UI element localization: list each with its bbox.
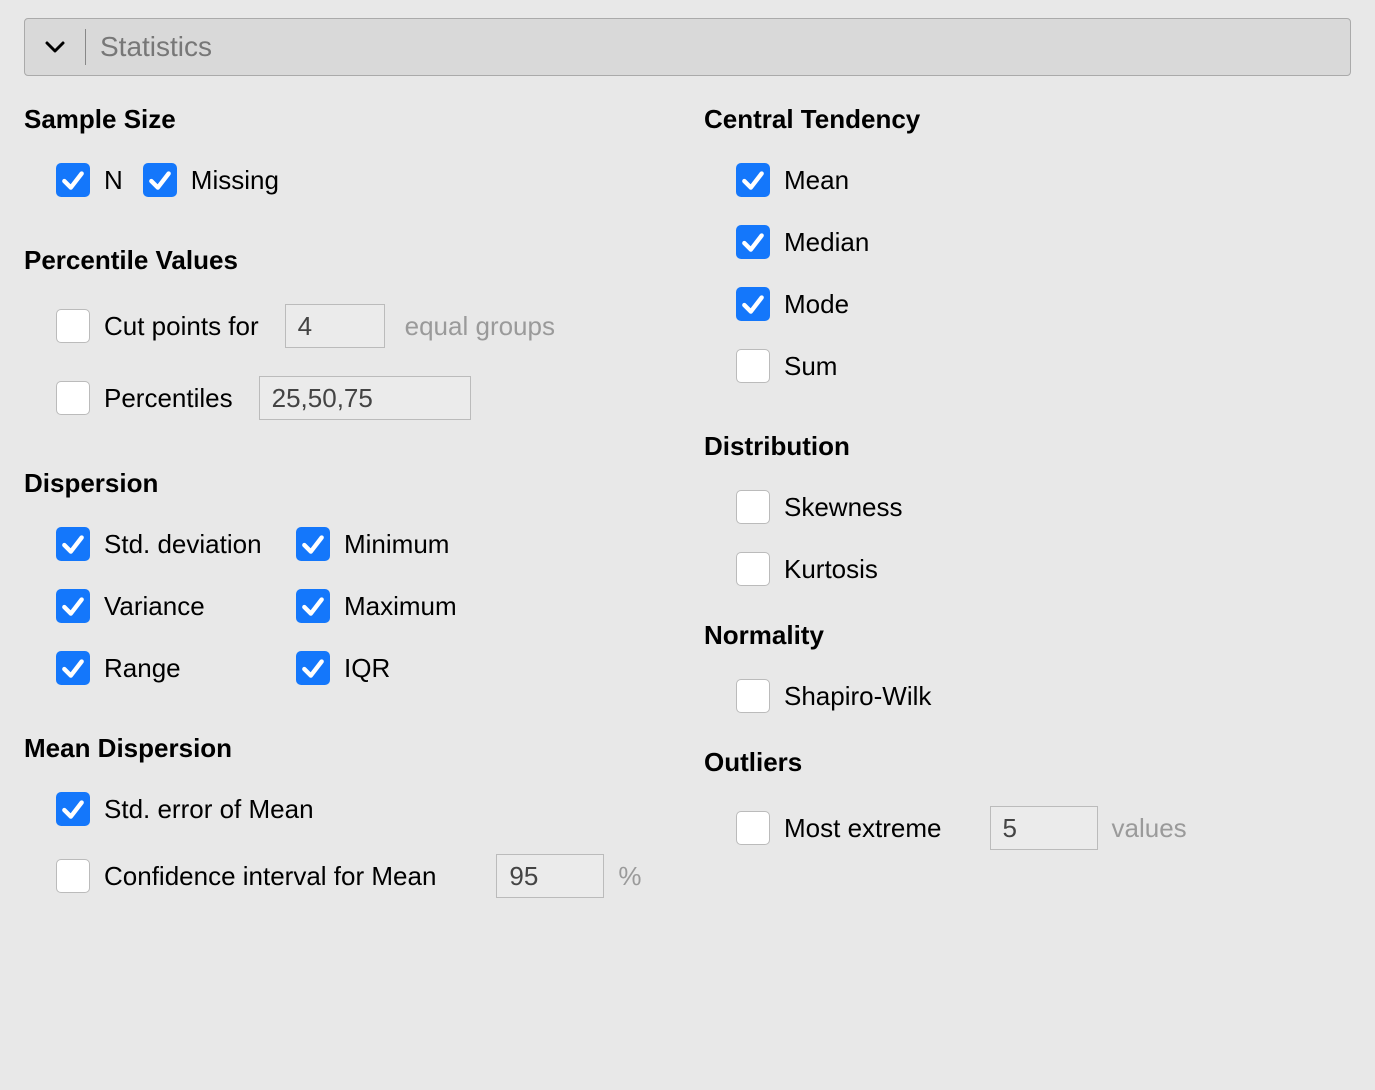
label-most-extreme: Most extreme <box>784 813 942 844</box>
label-min: Minimum <box>344 529 449 560</box>
label-max: Maximum <box>344 591 457 622</box>
label-iqr: IQR <box>344 653 390 684</box>
statistics-section-header[interactable]: Statistics <box>24 18 1351 76</box>
checkbox-missing[interactable] <box>143 163 177 197</box>
checkbox-ci-mean[interactable] <box>56 859 90 893</box>
input-ci-mean[interactable]: 95 <box>496 854 604 898</box>
label-percentiles: Percentiles <box>104 383 233 414</box>
checkbox-mean[interactable] <box>736 163 770 197</box>
checkbox-std[interactable] <box>56 527 90 561</box>
label-mode: Mode <box>784 289 849 320</box>
checkbox-se-mean[interactable] <box>56 792 90 826</box>
checkbox-skewness[interactable] <box>736 490 770 524</box>
checkbox-cut-points[interactable] <box>56 309 90 343</box>
section-title: Statistics <box>100 31 212 63</box>
label-median: Median <box>784 227 869 258</box>
header-divider <box>85 29 86 65</box>
checkbox-var[interactable] <box>56 589 90 623</box>
label-n: N <box>104 165 123 196</box>
group-outliers-title: Outliers <box>704 747 1304 778</box>
label-missing: Missing <box>191 165 279 196</box>
label-cut-points: Cut points for <box>104 311 259 342</box>
checkbox-percentiles[interactable] <box>56 381 90 415</box>
checkbox-shapiro-wilk[interactable] <box>736 679 770 713</box>
label-kurtosis: Kurtosis <box>784 554 878 585</box>
checkbox-median[interactable] <box>736 225 770 259</box>
input-cut-points[interactable]: 4 <box>285 304 385 348</box>
checkbox-max[interactable] <box>296 589 330 623</box>
group-percentile-title: Percentile Values <box>24 245 704 276</box>
checkbox-mode[interactable] <box>736 287 770 321</box>
label-ci-mean: Confidence interval for Mean <box>104 861 436 892</box>
checkbox-range[interactable] <box>56 651 90 685</box>
unit-percent: % <box>618 861 641 892</box>
chevron-down-icon <box>25 40 85 54</box>
label-skewness: Skewness <box>784 492 903 523</box>
checkbox-n[interactable] <box>56 163 90 197</box>
group-normality-title: Normality <box>704 620 1304 651</box>
checkbox-kurtosis[interactable] <box>736 552 770 586</box>
checkbox-iqr[interactable] <box>296 651 330 685</box>
label-sum: Sum <box>784 351 837 382</box>
checkbox-most-extreme[interactable] <box>736 811 770 845</box>
label-se-mean: Std. error of Mean <box>104 794 314 825</box>
hint-equal-groups: equal groups <box>405 311 555 342</box>
label-std: Std. deviation <box>104 529 262 560</box>
input-most-extreme[interactable]: 5 <box>990 806 1098 850</box>
label-mean: Mean <box>784 165 849 196</box>
group-sample-size-title: Sample Size <box>24 104 704 135</box>
label-shapiro-wilk: Shapiro-Wilk <box>784 681 931 712</box>
input-percentiles[interactable]: 25,50,75 <box>259 376 471 420</box>
group-distribution-title: Distribution <box>704 431 1304 462</box>
label-var: Variance <box>104 591 205 622</box>
group-dispersion-title: Dispersion <box>24 468 704 499</box>
group-mean-dispersion-title: Mean Dispersion <box>24 733 704 764</box>
unit-values: values <box>1112 813 1187 844</box>
checkbox-sum[interactable] <box>736 349 770 383</box>
checkbox-min[interactable] <box>296 527 330 561</box>
group-central-title: Central Tendency <box>704 104 1304 135</box>
label-range: Range <box>104 653 181 684</box>
